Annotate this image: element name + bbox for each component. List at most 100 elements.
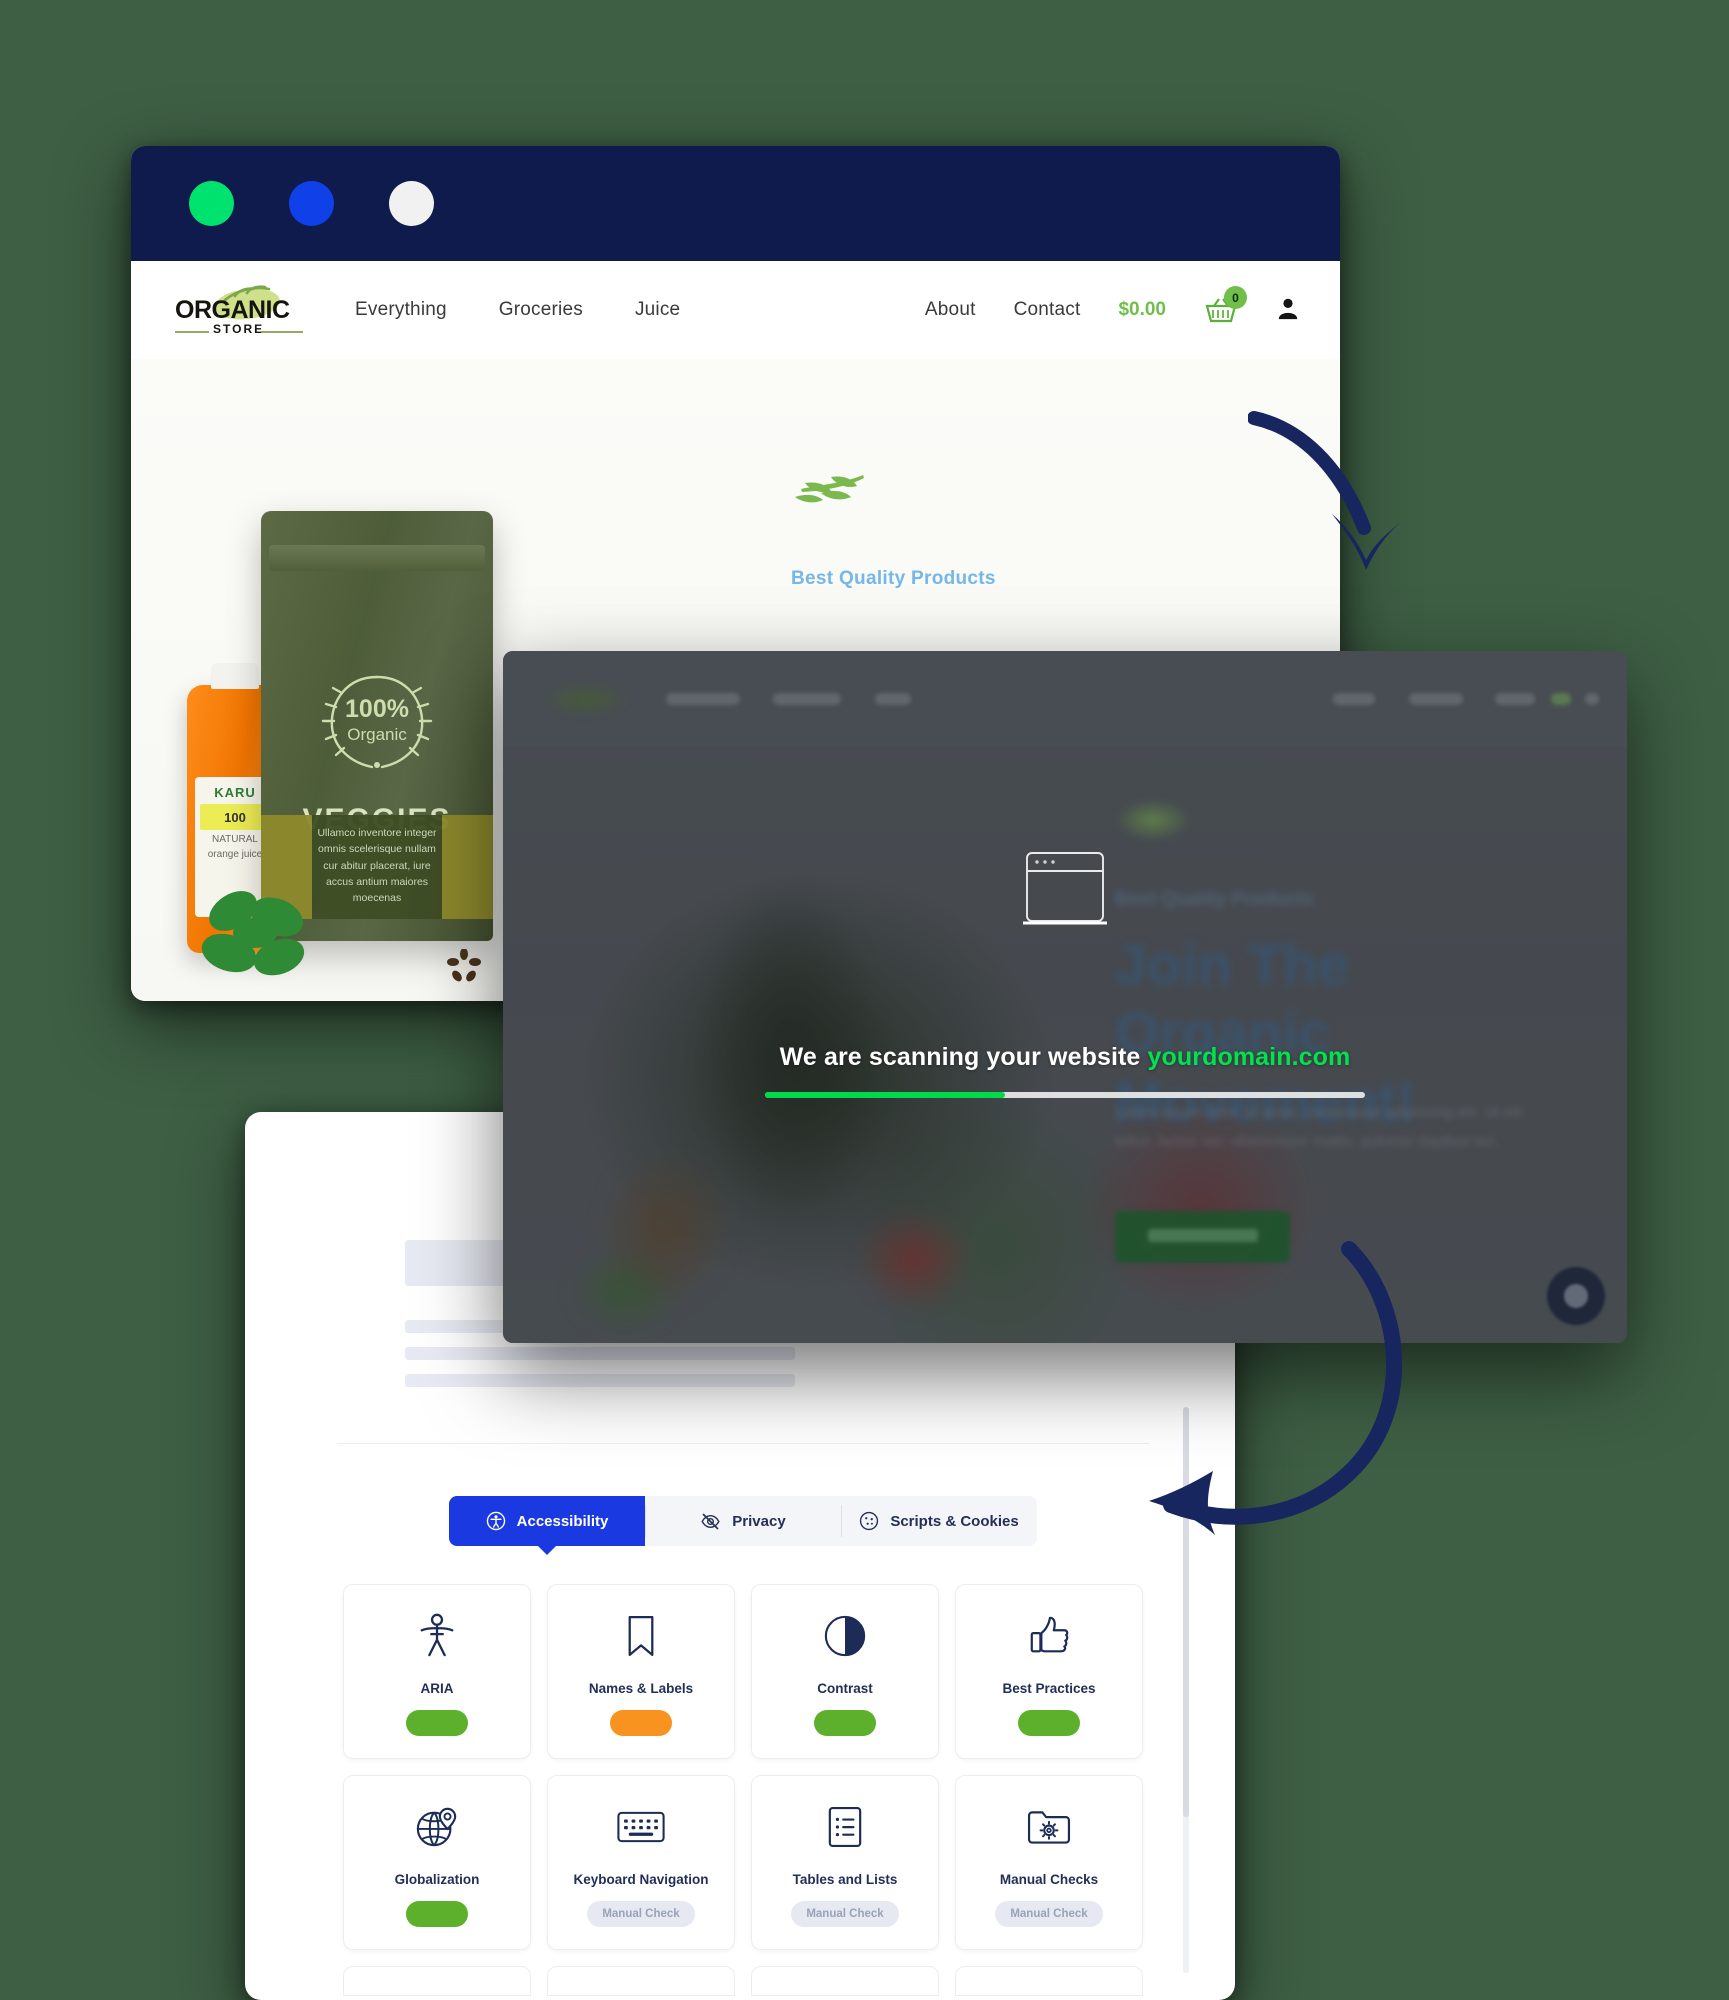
traffic-light-blue-icon[interactable] <box>289 181 334 226</box>
scan-target-domain: yourdomain.com <box>1147 1043 1351 1071</box>
eye-off-icon <box>701 1513 720 1529</box>
thumbs-up-icon <box>1026 1607 1072 1665</box>
bottle-brand: KARU <box>214 785 256 800</box>
browser-titlebar <box>131 146 1340 261</box>
report-card-grid-next-row <box>313 1966 1173 1996</box>
nav-item-groceries[interactable]: Groceries <box>499 299 583 321</box>
scan-blurred-nav-item <box>1333 693 1375 705</box>
scan-blurred-cart-icon <box>1551 693 1571 705</box>
scanning-overlay-window: Best Quality Products Join The Organic M… <box>503 651 1627 1343</box>
report-card-globalization[interactable]: Globalization <box>343 1775 531 1950</box>
secondary-navigation: About Contact $0.00 0 <box>925 286 1300 325</box>
bottle-badge: 100 <box>200 804 270 830</box>
tab-scripts-cookies[interactable]: Scripts & Cookies <box>841 1496 1037 1546</box>
laurel-wreath-icon <box>321 675 433 769</box>
report-card-label: Best Practices <box>1002 1681 1096 1696</box>
scan-status-prefix: We are scanning your website <box>779 1043 1141 1071</box>
bookmark-icon <box>625 1607 657 1665</box>
hero-eyebrow: Best Quality Products <box>791 568 996 589</box>
globe-pin-icon <box>414 1798 460 1856</box>
nav-item-everything[interactable]: Everything <box>355 299 447 321</box>
skeleton-line-3 <box>405 1374 795 1387</box>
cookie-icon <box>860 1511 879 1531</box>
report-card-best-practices[interactable]: Best Practices <box>955 1584 1143 1759</box>
scan-progress-fill <box>765 1092 1005 1098</box>
status-badge-manual: Manual Check <box>587 1901 695 1927</box>
site-header: ORGANIC STORE Everything Groceries Juice… <box>131 261 1340 359</box>
nav-item-juice[interactable]: Juice <box>635 299 680 321</box>
scan-blurred-nav-item <box>773 693 841 705</box>
status-badge-warn <box>610 1710 672 1736</box>
logo-wordmark: ORGANIC <box>175 296 290 324</box>
traffic-light-green-icon[interactable] <box>189 181 234 226</box>
report-card-label: ARIA <box>420 1681 454 1696</box>
accessibility-person-icon <box>486 1511 505 1531</box>
report-card-manual-checks[interactable]: Manual Checks Manual Check <box>955 1775 1143 1950</box>
report-card-names-labels[interactable]: Names & Labels <box>547 1584 735 1759</box>
report-card-partial[interactable] <box>751 1966 939 1996</box>
scan-blurred-nav-item <box>1409 693 1463 705</box>
report-card-tables-lists[interactable]: Tables and Lists Manual Check <box>751 1775 939 1950</box>
scan-progress-bar <box>765 1092 1365 1098</box>
report-card-partial[interactable] <box>955 1966 1143 1996</box>
cart-item-count: 0 <box>1224 286 1247 309</box>
tab-privacy-label: Privacy <box>732 1512 786 1530</box>
report-card-partial[interactable] <box>547 1966 735 1996</box>
status-badge-manual: Manual Check <box>995 1901 1103 1927</box>
scan-blurred-account-icon <box>1585 693 1599 705</box>
report-card-label: Keyboard Navigation <box>573 1872 709 1887</box>
chat-bubble-icon[interactable] <box>1547 1267 1605 1325</box>
scan-blurred-nav-item <box>1495 693 1535 705</box>
scan-status-block: We are scanning your website yourdomain.… <box>503 847 1627 1098</box>
report-card-label: Tables and Lists <box>792 1872 898 1887</box>
cart-button[interactable]: 0 <box>1204 286 1247 325</box>
report-card-partial[interactable] <box>343 1966 531 1996</box>
bottle-line-1: NATURAL <box>212 834 258 845</box>
status-badge-manual: Manual Check <box>791 1901 899 1927</box>
scan-blurred-logo <box>541 681 629 717</box>
nav-item-about[interactable]: About <box>925 299 976 321</box>
scan-blurred-nav-item <box>666 693 740 705</box>
report-card-grid: ARIA Names & Labels Contrast Best Practi… <box>343 1584 1143 1950</box>
account-button[interactable] <box>1276 296 1300 325</box>
hero-copy: Best Quality Products <box>791 467 996 590</box>
accessibility-person-icon <box>416 1607 458 1665</box>
browser-window-icon <box>1021 847 1113 931</box>
report-card-label: Contrast <box>817 1681 873 1696</box>
user-account-icon <box>1278 298 1298 319</box>
basil-leaves-image <box>201 891 305 976</box>
star-anise-image <box>447 949 481 982</box>
status-badge-pass <box>814 1710 876 1736</box>
report-card-label: Names & Labels <box>588 1681 694 1696</box>
list-document-icon <box>827 1798 863 1856</box>
organic-wreath-badge: 100% Organic <box>302 661 452 781</box>
contrast-circle-icon <box>823 1607 867 1665</box>
keyboard-icon <box>616 1798 666 1856</box>
organic-store-logo[interactable]: ORGANIC STORE <box>169 282 309 338</box>
status-badge-pass <box>406 1901 468 1927</box>
logo-subword: STORE <box>213 322 264 336</box>
skeleton-line-2 <box>405 1347 795 1360</box>
tab-scripts-label: Scripts & Cookies <box>890 1512 1019 1530</box>
scan-blurred-nav-item <box>875 693 911 705</box>
report-card-keyboard-navigation[interactable]: Keyboard Navigation Manual Check <box>547 1775 735 1950</box>
report-scrollbar[interactable] <box>1183 1407 1189 1973</box>
report-card-aria[interactable]: ARIA <box>343 1584 531 1759</box>
primary-navigation: Everything Groceries Juice <box>355 299 680 321</box>
cart-total-price: $0.00 <box>1118 299 1166 320</box>
composition-stage: ORGANIC STORE Everything Groceries Juice… <box>0 0 1729 2000</box>
nav-item-contact[interactable]: Contact <box>1014 299 1081 321</box>
folder-gear-icon <box>1026 1798 1072 1856</box>
tab-privacy[interactable]: Privacy <box>645 1496 841 1546</box>
tab-accessibility[interactable]: Accessibility <box>449 1496 645 1546</box>
report-card-contrast[interactable]: Contrast <box>751 1584 939 1759</box>
bottle-line-2: orange juice <box>207 849 263 860</box>
olive-branch-icon <box>795 475 864 503</box>
report-card-label: Globalization <box>394 1872 480 1887</box>
traffic-light-white-icon[interactable] <box>389 181 434 226</box>
scan-blurred-cta-button <box>1115 1211 1290 1263</box>
status-badge-pass <box>406 1710 468 1736</box>
report-divider <box>337 1443 1149 1444</box>
scan-blurred-leaf-mark <box>1115 799 1191 841</box>
status-badge-pass <box>1018 1710 1080 1736</box>
